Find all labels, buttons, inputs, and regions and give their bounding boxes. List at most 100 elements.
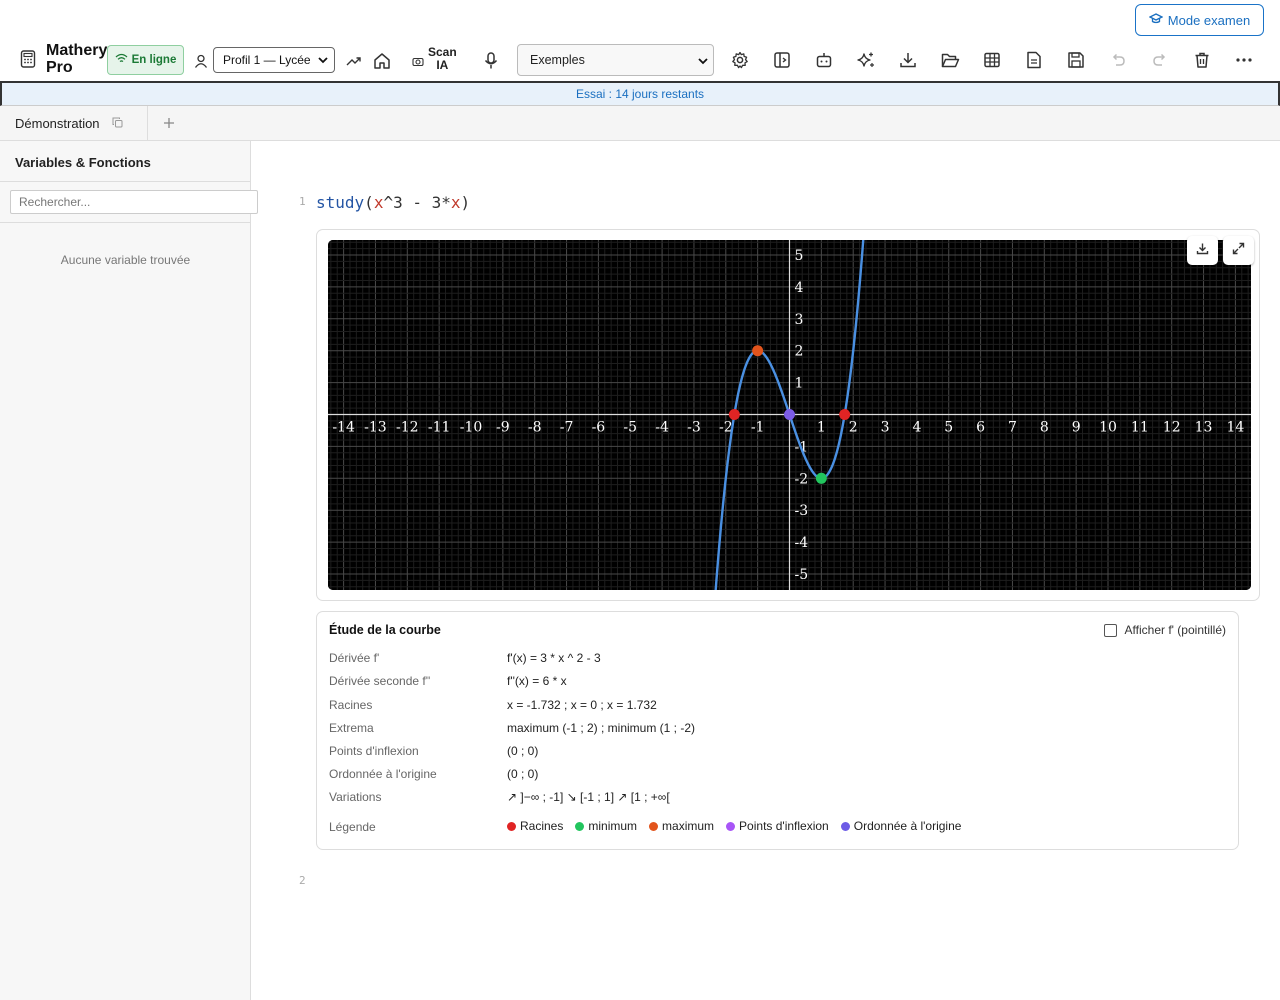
row-value: f'(x) = 3 * x ^ 2 - 3 [507,651,601,665]
fullscreen-graph-button[interactable] [1223,236,1254,265]
line-number: 1 [299,195,306,208]
x-tick-label: 8 [1040,420,1049,436]
curve-point-marker [728,409,740,420]
curve-study-card: Étude de la courbe Afficher f' (pointill… [316,611,1239,850]
graph-canvas[interactable]: -14 -13 -12 -11 -10 -9 -8 -7 -6 -5 -4 -3 -2 -1 1 2 3 4 5 6 7… [328,240,1251,590]
curve-point-marker [752,345,764,357]
y-tick-label: 1 [795,376,804,392]
y-tick-label: 4 [795,280,804,296]
x-tick-label: -9 [496,420,510,436]
duplicate-icon[interactable] [112,116,123,131]
legend-dot [649,821,659,831]
tab-bar: Démonstration [0,106,1280,141]
search-placeholder: Rechercher... [19,195,91,209]
app-title: Mathery Pro [46,42,108,76]
redo-icon[interactable] [1149,49,1171,71]
folder-open-icon[interactable] [939,49,961,71]
x-tick-label: 2 [849,420,858,436]
sidebar-panel-icon[interactable] [771,49,793,71]
row-value: ↗ ]−∞ ; -1] ↘ [-1 ; 1] ↗ [1 ; +∞[ [507,790,670,804]
document-icon[interactable] [1023,49,1045,71]
row-label: Points d'inflexion [329,744,419,758]
download-icon[interactable] [897,49,919,71]
row-value: (0 ; 0) [507,744,539,758]
add-tab-icon[interactable] [160,114,178,137]
code-variable: x [373,193,384,212]
sparkles-icon[interactable] [855,49,877,71]
x-tick-label: -6 [592,420,606,436]
y-tick-label: 3 [795,312,804,328]
camera-icon[interactable] [410,54,426,68]
row-label: Dérivée f' [329,651,380,665]
row-value: x = -1.732 ; x = 0 ; x = 1.732 [507,698,657,712]
trial-banner: Essai : 14 jours restants [0,81,1280,106]
x-tick-label: -13 [364,420,387,436]
legend-text: maximum [662,819,715,833]
code-function: study [316,193,365,212]
examples-selected-value: Exemples [530,53,585,67]
x-tick-label: 7 [1008,420,1017,436]
microphone-icon[interactable] [480,50,502,72]
trash-icon[interactable] [1191,49,1213,71]
undo-icon[interactable] [1107,49,1129,71]
online-status-badge[interactable]: En ligne [107,45,184,75]
exam-mode-label: Mode examen [1167,12,1251,28]
x-tick-label: -4 [655,420,669,436]
legend-dot [507,821,516,831]
x-tick-label: -1 [751,420,765,436]
save-icon[interactable] [1065,49,1087,71]
search-input[interactable]: Rechercher... [10,190,258,214]
legend-dot [575,821,585,831]
expand-icon [1232,242,1245,260]
download-icon [1196,242,1209,260]
row-value: maximum (-1 ; 2) ; minimum (1 ; -2) [507,721,696,735]
exam-mode-button[interactable]: Mode examen [1135,4,1264,36]
curve-point-marker [784,409,795,420]
chevron-down-icon [317,54,329,69]
function-graph[interactable]: -14 -13 -12 -11 -10 -9 -8 -7 -6 -5 -4 -3 -2 -1 1 2 3 4 5 6 7… [328,240,1251,590]
y-tick-label: -2 [795,471,809,487]
code-operator: ^3 - 3* [383,193,451,212]
legend-item: maximum [649,819,714,833]
home-icon[interactable] [371,50,393,72]
x-tick-label: 12 [1163,420,1181,436]
y-tick-label: -3 [795,503,809,519]
row-label: Racines [329,698,373,712]
x-tick-label: -3 [687,420,701,436]
show-derivative-toggle[interactable]: Afficher f' (pointillé) [1103,623,1226,637]
x-tick-label: 3 [881,420,890,436]
tab-demonstration[interactable]: Démonstration [0,106,148,141]
legend-text: Ordonnée à l'origine [853,819,962,833]
row-value: (0 ; 0) [507,767,539,781]
y-tick-label: -5 [795,567,809,583]
table-icon[interactable] [981,49,1003,71]
study-title: Étude de la courbe [329,623,441,637]
x-tick-label: 14 [1226,420,1244,436]
x-tick-label: -14 [332,420,355,436]
code-line-1[interactable]: study(x^3 - 3*x) [316,193,470,212]
divider [0,181,251,182]
legend-text: minimum [588,819,638,833]
toggle-label: Afficher f' (pointillé) [1124,623,1226,637]
profile-select[interactable]: Profil 1 — Lycée [213,47,335,73]
code-variable: x [450,193,461,212]
wifi-icon [115,53,128,67]
robot-icon[interactable] [813,49,835,71]
legend-item: Ordonnée à l'origine [840,819,962,833]
curve-point-marker [839,409,851,420]
calculator-icon [20,50,36,68]
y-tick-label: -4 [795,535,809,551]
trend-icon[interactable] [344,51,364,71]
chevron-down-icon [697,55,709,70]
examples-select[interactable]: Exemples [517,44,714,76]
settings-icon[interactable] [729,49,751,71]
checkbox[interactable] [1103,623,1117,637]
online-label: En ligne [131,54,177,66]
more-icon[interactable] [1233,49,1255,71]
scan-ia-button[interactable]: Scan IA [428,46,457,72]
row-label: Dérivée seconde f'' [329,674,431,688]
download-graph-button[interactable] [1187,236,1218,265]
trial-banner-text: Essai : 14 jours restants [575,87,705,101]
row-label: Extrema [329,721,374,735]
legend-item: Racines [507,819,563,833]
